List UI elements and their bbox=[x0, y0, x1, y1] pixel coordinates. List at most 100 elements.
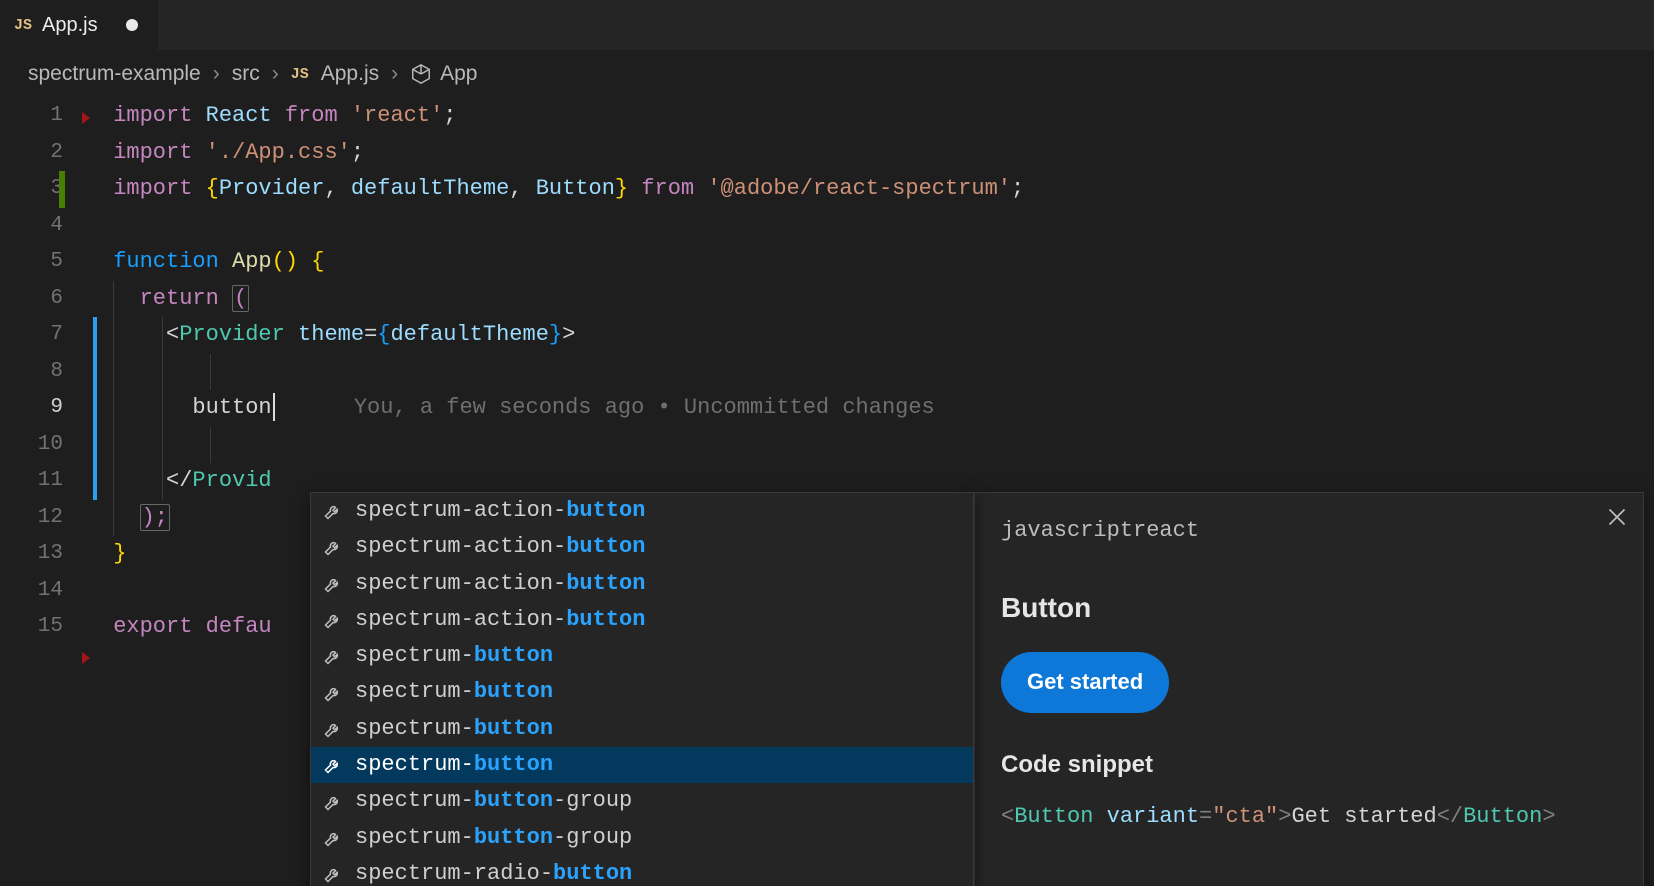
suggest-text-pre: spectrum- bbox=[355, 679, 474, 704]
snippet-icon bbox=[323, 610, 343, 630]
snippet-icon bbox=[323, 574, 343, 594]
line-number: 1 bbox=[0, 98, 85, 135]
snippet-icon bbox=[323, 646, 343, 666]
suggest-text-match: button bbox=[566, 498, 645, 523]
js-file-icon: JS bbox=[14, 17, 32, 34]
suggest-item[interactable]: spectrum-button-group bbox=[311, 783, 973, 819]
docs-snippet-heading: Code snippet bbox=[1001, 747, 1617, 784]
docs-cta-button[interactable]: Get started bbox=[1001, 652, 1169, 713]
suggest-text-match: button bbox=[474, 788, 553, 813]
suggest-text-match: button bbox=[474, 679, 553, 704]
suggest-text-pre: spectrum-action- bbox=[355, 498, 566, 523]
snippet-icon bbox=[323, 501, 343, 521]
suggest-text-match: button bbox=[566, 607, 645, 632]
docs-language-label: javascriptreact bbox=[1001, 513, 1617, 550]
suggest-text-pre: spectrum- bbox=[355, 752, 474, 777]
editor-tab[interactable]: JS App.js bbox=[0, 0, 159, 50]
git-modified-marker-icon bbox=[93, 317, 97, 354]
suggest-item[interactable]: spectrum-button-group bbox=[311, 820, 973, 856]
text-cursor-icon bbox=[273, 393, 275, 421]
code-line: button You, a few seconds ago • Uncommit… bbox=[100, 390, 1654, 427]
suggest-item[interactable]: spectrum-button bbox=[311, 674, 973, 710]
suggest-text-match: button bbox=[553, 861, 632, 886]
suggest-documentation-panel: javascriptreact Button Get started Code … bbox=[974, 492, 1644, 886]
git-modified-marker-icon bbox=[93, 427, 97, 464]
suggest-text-pre: spectrum-radio- bbox=[355, 861, 553, 886]
line-number: 10 bbox=[0, 427, 85, 464]
snippet-icon bbox=[323, 828, 343, 848]
breadcrumb-symbol[interactable]: App bbox=[440, 62, 477, 86]
suggest-text-pre: spectrum- bbox=[355, 716, 474, 741]
unsaved-indicator-icon bbox=[126, 19, 138, 31]
line-number: 11 bbox=[0, 463, 85, 500]
suggest-item[interactable]: spectrum-button bbox=[311, 711, 973, 747]
code-line: <Provider theme={defaultTheme}> bbox=[100, 317, 1654, 354]
git-blame-annotation: You, a few seconds ago • Uncommitted cha… bbox=[354, 395, 935, 420]
breadcrumb: spectrum-example › src › JS App.js › App bbox=[0, 50, 1654, 98]
line-number-gutter: 1 2 3 4 5 6 7 8 9 10 11 12 13 14 15 bbox=[0, 98, 85, 646]
code-line: function App() { bbox=[100, 244, 1654, 281]
snippet-icon bbox=[323, 683, 343, 703]
snippet-icon bbox=[323, 719, 343, 739]
line-number: 14 bbox=[0, 573, 85, 610]
suggest-text-match: button bbox=[474, 643, 553, 668]
breadcrumb-segment[interactable]: src bbox=[232, 62, 260, 86]
git-modified-marker-icon bbox=[93, 390, 97, 427]
editor-tab-bar: JS App.js bbox=[0, 0, 1654, 50]
code-line bbox=[100, 208, 1654, 245]
suggest-item[interactable]: spectrum-action-button bbox=[311, 566, 973, 602]
error-marker-icon bbox=[82, 652, 90, 664]
docs-title: Button bbox=[1001, 590, 1617, 627]
code-editor[interactable]: 1 2 3 4 5 6 7 8 9 10 11 12 13 14 15 impo… bbox=[0, 98, 1654, 886]
snippet-icon bbox=[323, 755, 343, 775]
line-number: 13 bbox=[0, 536, 85, 573]
snippet-icon bbox=[323, 864, 343, 884]
chevron-right-icon: › bbox=[387, 62, 402, 86]
suggest-item[interactable]: spectrum-action-button bbox=[311, 602, 973, 638]
symbol-module-icon bbox=[410, 63, 432, 85]
chevron-right-icon: › bbox=[209, 62, 224, 86]
suggest-text-pre: spectrum- bbox=[355, 643, 474, 668]
line-number: 6 bbox=[0, 281, 85, 318]
line-number: 7 bbox=[0, 317, 85, 354]
tab-filename: App.js bbox=[42, 14, 98, 37]
suggest-item[interactable]: spectrum-radio-button bbox=[311, 856, 973, 886]
snippet-icon bbox=[323, 792, 343, 812]
breadcrumb-segment[interactable]: spectrum-example bbox=[28, 62, 201, 86]
intellisense-suggest-widget[interactable]: spectrum-action-buttonspectrum-action-bu… bbox=[310, 492, 974, 886]
code-line: import {Provider, defaultTheme, Button} … bbox=[100, 171, 1654, 208]
suggest-text-post: -group bbox=[553, 825, 632, 850]
suggest-item[interactable]: spectrum-action-button bbox=[311, 493, 973, 529]
suggest-text-pre: spectrum- bbox=[355, 825, 474, 850]
suggest-item[interactable]: spectrum-button bbox=[311, 638, 973, 674]
line-number: 15 bbox=[0, 609, 85, 646]
suggest-text-post: -group bbox=[553, 788, 632, 813]
suggest-text-match: button bbox=[566, 571, 645, 596]
line-number: 2 bbox=[0, 135, 85, 172]
suggest-text-pre: spectrum-action- bbox=[355, 534, 566, 559]
error-marker-icon bbox=[82, 112, 90, 124]
suggest-text-match: button bbox=[474, 752, 553, 777]
breadcrumb-file[interactable]: App.js bbox=[321, 62, 379, 86]
code-line bbox=[100, 354, 1654, 391]
suggest-text-match: button bbox=[566, 534, 645, 559]
git-modified-marker-icon bbox=[93, 463, 97, 500]
suggest-text-pre: spectrum- bbox=[355, 788, 474, 813]
chevron-right-icon: › bbox=[268, 62, 283, 86]
git-added-marker-icon bbox=[59, 171, 65, 208]
snippet-icon bbox=[323, 537, 343, 557]
line-number: 3 bbox=[0, 171, 85, 208]
code-line: import './App.css'; bbox=[100, 135, 1654, 172]
suggest-text-match: button bbox=[474, 716, 553, 741]
suggest-item[interactable]: spectrum-button bbox=[311, 747, 973, 783]
git-modified-marker-icon bbox=[93, 354, 97, 391]
line-number: 9 bbox=[0, 390, 85, 427]
js-file-icon: JS bbox=[291, 66, 309, 83]
suggest-item[interactable]: spectrum-action-button bbox=[311, 529, 973, 565]
suggest-text-match: button bbox=[474, 825, 553, 850]
suggest-text-pre: spectrum-action- bbox=[355, 571, 566, 596]
line-number: 12 bbox=[0, 500, 85, 537]
close-icon[interactable] bbox=[1607, 507, 1627, 527]
line-number: 5 bbox=[0, 244, 85, 281]
code-line bbox=[100, 427, 1654, 464]
